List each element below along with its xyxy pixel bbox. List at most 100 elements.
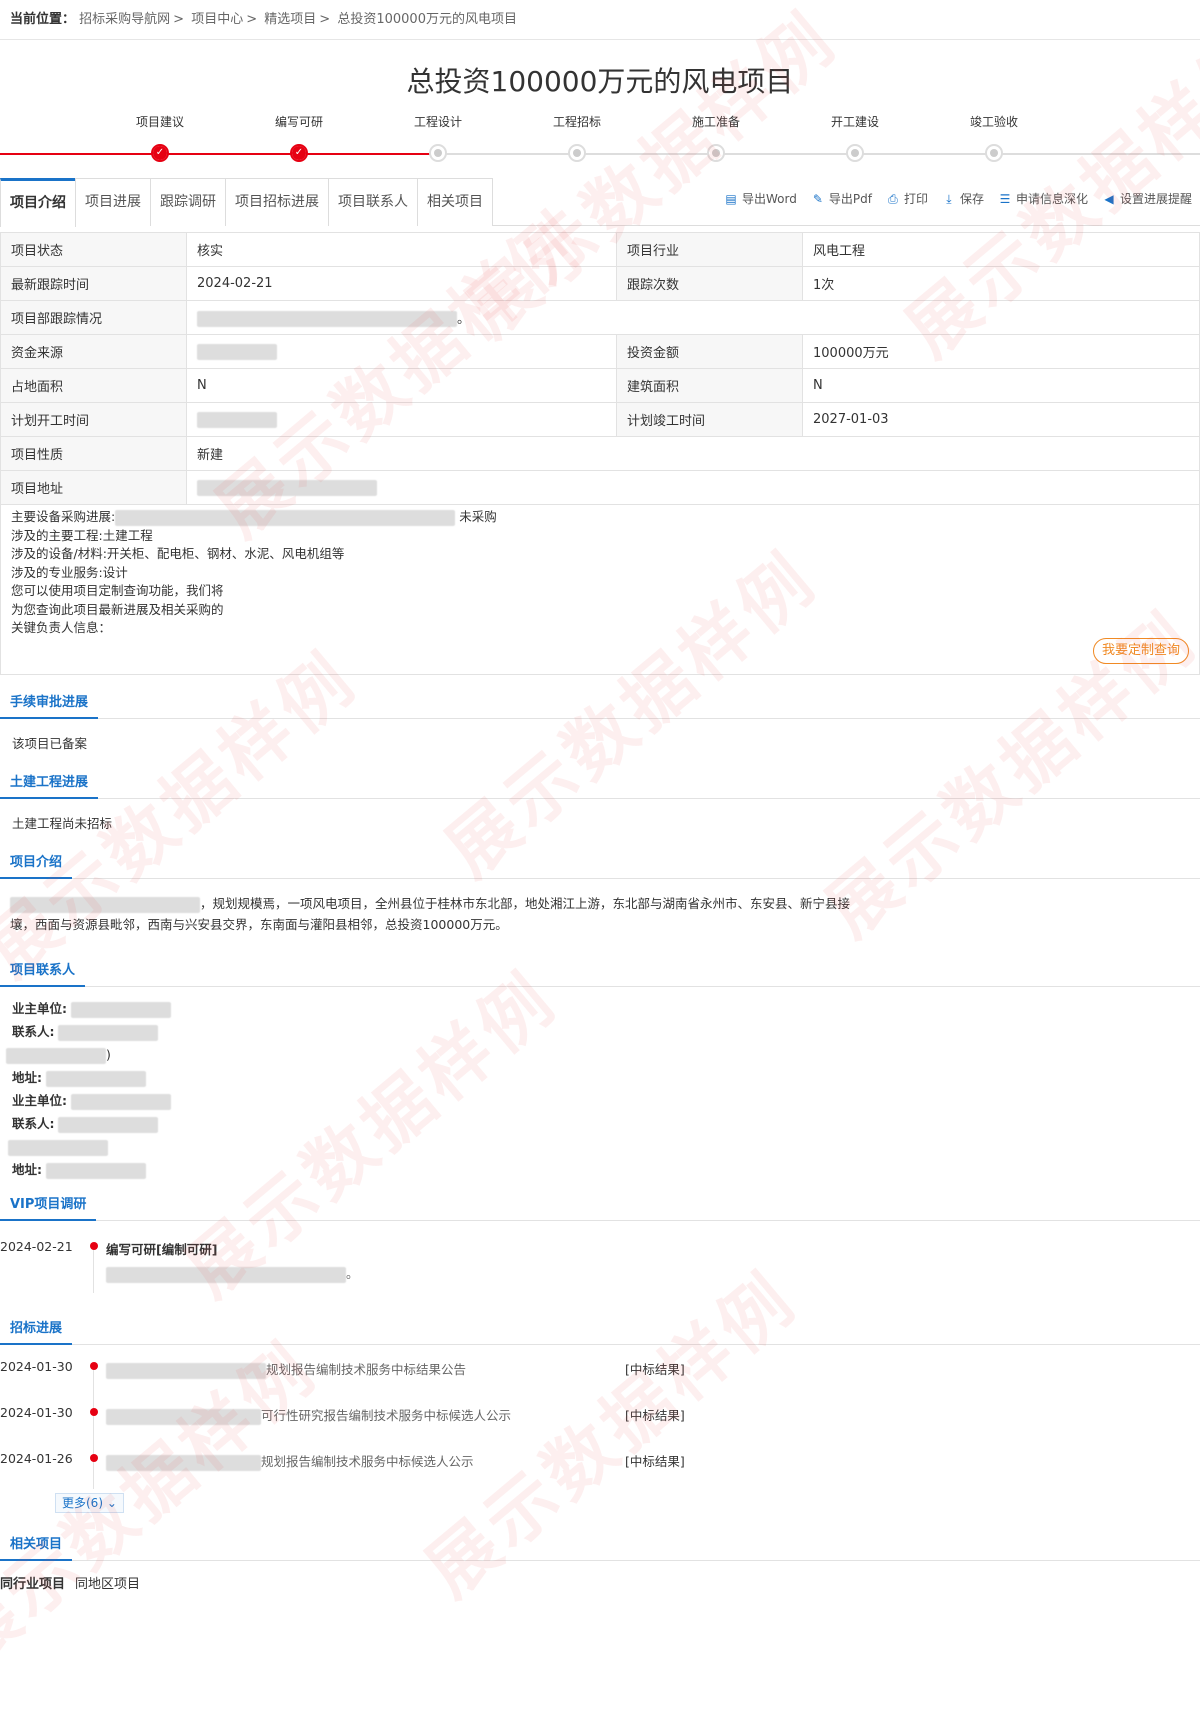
redacted-text [106,1408,261,1425]
check-circle-icon [151,144,169,162]
equipment-line: 关键负责人信息： [11,620,112,635]
tab-project-intro[interactable]: 项目介绍 [0,178,76,227]
section-related: 相关项目 [0,1517,1200,1561]
redacted-text [197,411,277,428]
equipment-line: 主要设备采购进展: 未采购 [11,509,497,526]
more-button[interactable]: 更多(6) ⌄ [55,1493,124,1513]
timeline-dot [90,1454,98,1462]
equipment-line: 涉及的设备/材料:开关柜、配电柜、钢材、水泥、风电机组等 [11,546,345,561]
toolbar: ▤ 导出Word ✎ 导出Pdf ⎙ 打印 ⤓ 保存 ☰ 申请信息深化 ◀ 设置进展提醒 [724,190,1192,207]
nature-value: 新建 [186,436,1200,471]
bid-item[interactable]: 2024-01-30 规划报告编制技术服务中标结果公告 [中标结果] [0,1351,1200,1397]
step-0: 项目建议 [90,112,230,162]
section-title: VIP项目调研 [0,1191,97,1221]
build-area-label: 建筑面积 [616,368,803,403]
pdf-icon: ✎ [812,191,823,206]
tab-same-region[interactable]: 同地区项目 [75,1573,140,1592]
breadcrumb: 当前位置： 招标采购导航网 > 项目中心 > 精选项目 > 总投资100000万元的风… [0,0,1200,40]
step-label: 开工建设 [830,115,879,129]
redacted-text [70,1001,171,1018]
contacts-list: 业主单位: 联系人: ) 地址: 业主单位: 联系人: 地址: [0,987,1200,1181]
bid-item[interactable]: 2024-01-26 规划报告编制技术服务中标候选人公示 [中标结果] [0,1443,1200,1489]
print-icon: ⎙ [888,191,898,206]
civil-text: 土建工程尚未招标 [12,816,113,831]
step-6: 竣工验收 [924,112,1064,162]
contact-phone [0,1135,1200,1158]
bid-tag: [中标结果] [625,1454,685,1469]
set-reminder-button[interactable]: ◀ 设置进展提醒 [1102,190,1192,207]
step-4: 施工准备 [646,112,786,162]
tab-contacts[interactable]: 项目联系人 [328,178,418,226]
apply-icon: ☰ [999,191,1011,206]
timeline-dot [90,1408,98,1416]
equipment-line: 涉及的主要工程:土建工程 [11,527,153,543]
redacted-text [115,509,456,526]
circle-icon [429,144,447,162]
section-title: 土建工程进展 [0,769,99,799]
tabs: 项目介绍 项目进展 跟踪调研 项目招标进展 项目联系人 相关项目 [0,178,493,227]
equipment-info: 主要设备采购进展: 未采购 涉及的主要工程:土建工程 涉及的设备/材料:开关柜、… [0,505,1200,675]
industry-value: 风电工程 [802,232,1200,267]
project-info-table: 项目状态 核实 项目行业 风电工程 最新跟踪时间 2024-02-21 跟踪次数… [0,232,1200,505]
plan-end-label: 计划竣工时间 [616,402,803,437]
fund-label: 资金来源 [0,334,187,369]
nature-label: 项目性质 [0,436,187,471]
redacted-text [197,479,377,496]
vip-timeline: 2024-02-21 编写可研[编制可研] 。 [0,1231,1200,1301]
bid-tag: [中标结果] [625,1408,685,1423]
breadcrumb-item-current: 总投资100000万元的风电项目 [337,12,517,27]
export-pdf-button[interactable]: ✎ 导出Pdf [811,190,872,207]
redacted-text [106,1454,261,1471]
track-count-label: 跟踪次数 [616,266,803,301]
timeline-dot [90,1242,98,1250]
contact-owner: 业主单位: [0,1089,1200,1112]
contact-person: 联系人: [0,1112,1200,1135]
bid-date: 2024-01-26 [0,1451,73,1466]
land-area-value: N [186,368,617,403]
breadcrumb-item-project-center[interactable]: 项目中心 [191,12,243,27]
bid-item[interactable]: 2024-01-30 可行性研究报告编制技术服务中标候选人公示 [中标结果] [0,1397,1200,1443]
track-info-value: 。 [186,300,1200,335]
address-label: 项目地址 [0,470,187,505]
redacted-text [8,1139,108,1156]
check-circle-icon [290,144,308,162]
export-word-button[interactable]: ▤ 导出Word [724,190,797,207]
tab-tracking[interactable]: 跟踪调研 [150,178,226,226]
breadcrumb-prefix: 当前位置： [10,12,76,27]
section-title: 项目联系人 [0,957,86,987]
equipment-line: 涉及的专业服务:设计 [11,564,128,580]
fund-value [186,334,617,369]
tab-bid-progress[interactable]: 项目招标进展 [225,178,329,226]
tab-project-progress[interactable]: 项目进展 [75,178,151,226]
breadcrumb-item-home[interactable]: 招标采购导航网 [79,12,170,27]
circle-icon [846,144,864,162]
step-label: 工程设计 [413,115,462,129]
redacted-text [58,1024,159,1041]
redacted-text [58,1116,159,1133]
status-value: 核实 [186,232,617,267]
section-vip: VIP项目调研 [0,1177,1200,1221]
breadcrumb-item-selected[interactable]: 精选项目 [264,12,316,27]
track-count-value: 1次 [802,266,1200,301]
custom-query-button[interactable]: 我要定制查询 [1092,638,1189,664]
circle-icon [568,144,586,162]
invest-value: 100000万元 [802,334,1200,369]
timeline-dot [90,1362,98,1370]
tab-bar: 项目介绍 项目进展 跟踪调研 项目招标进展 项目联系人 相关项目 ▤ 导出Word… [0,178,1200,227]
tab-same-industry[interactable]: 同行业项目 [0,1573,65,1592]
apply-info-button[interactable]: ☰ 申请信息深化 [998,190,1088,207]
bid-title: 规划报告编制技术服务中标结果公告 [266,1362,467,1377]
tab-related[interactable]: 相关项目 [417,178,493,226]
contact-address: 地址: [0,1066,1200,1089]
contact-phone: ) [0,1043,1200,1066]
equipment-line: 为您查询此项目最新进展及相关采购的 [11,601,224,617]
vip-title[interactable]: 编写可研[编制可研] [106,1239,217,1258]
bid-date: 2024-01-30 [0,1359,73,1374]
print-button[interactable]: ⎙ 打印 [886,190,928,207]
save-button[interactable]: ⤓ 保存 [942,190,984,207]
step-5: 开工建设 [785,112,925,162]
approval-text: 该项目已备案 [12,736,88,751]
vip-date: 2024-02-21 [0,1239,73,1254]
page-title: 总投资100000万元的风电项目 [406,65,794,98]
status-label: 项目状态 [0,232,187,267]
